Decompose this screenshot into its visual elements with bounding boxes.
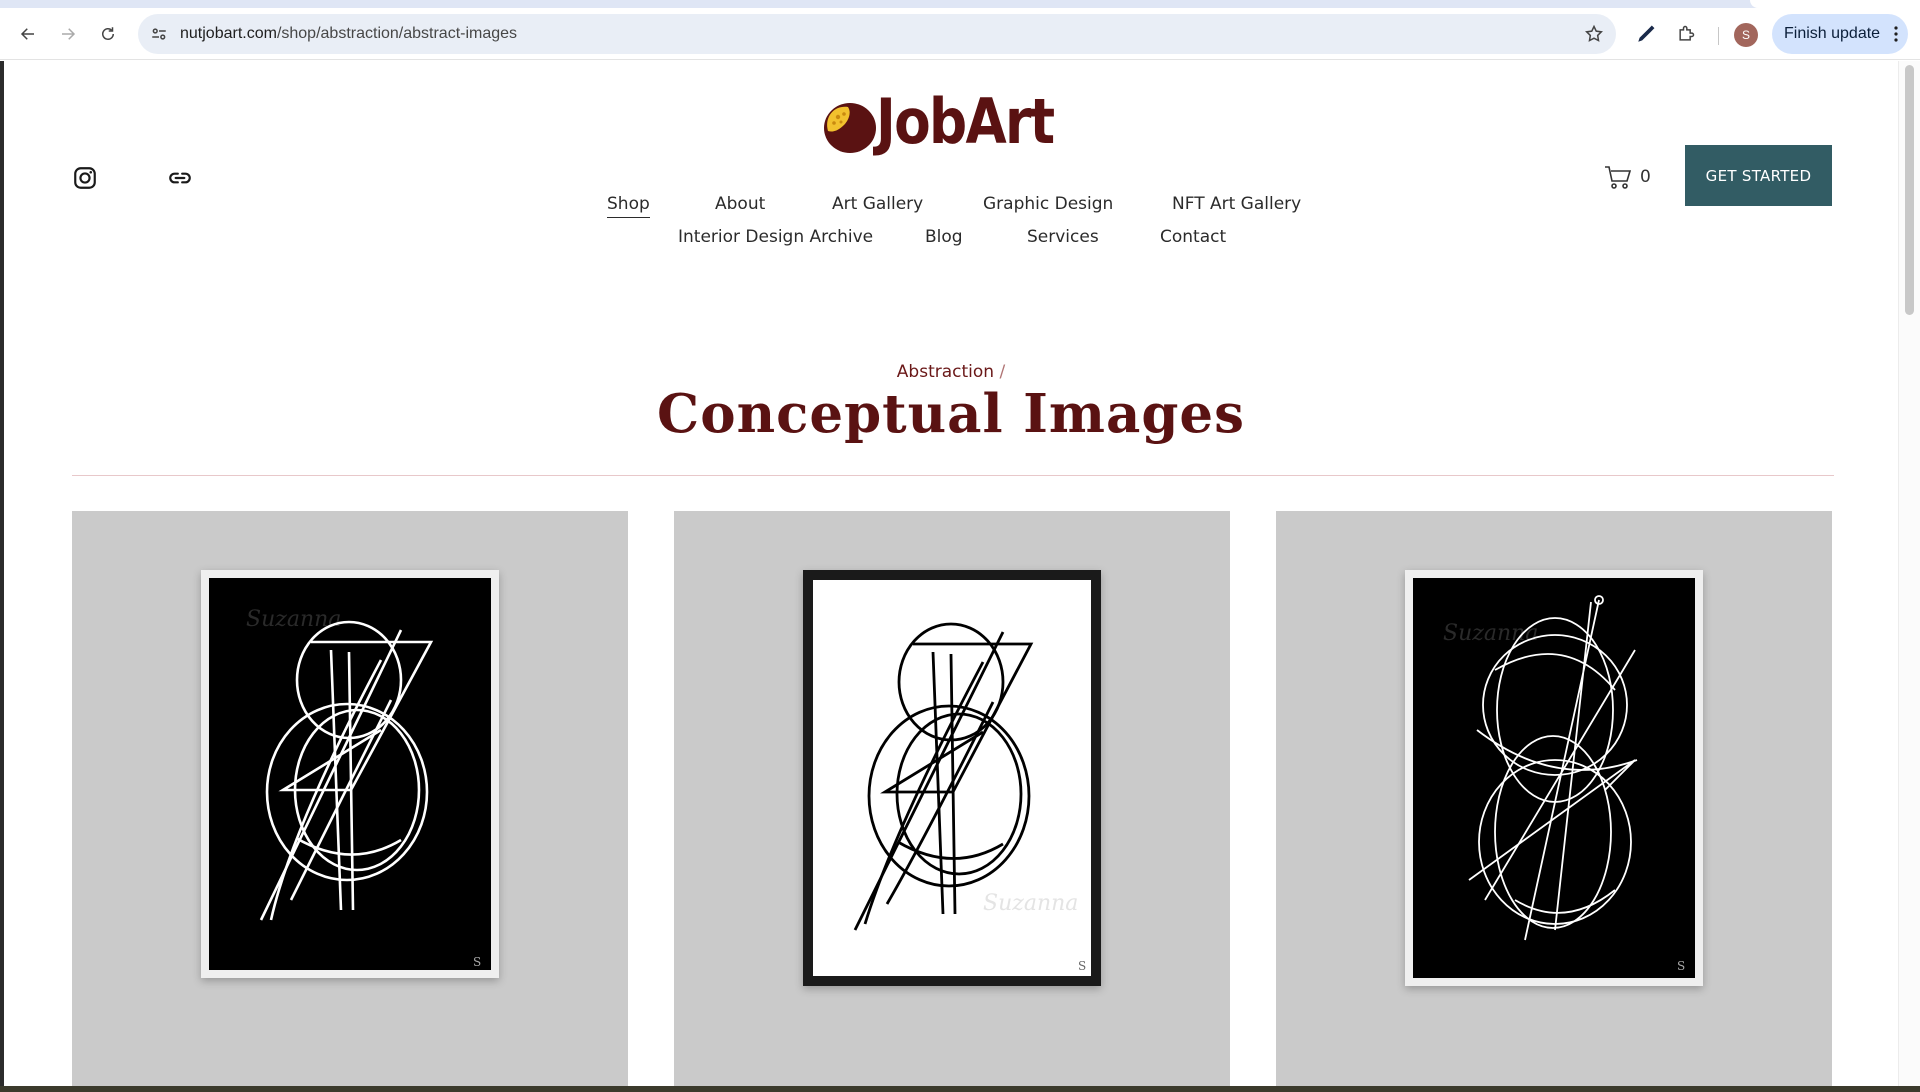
- get-started-button[interactable]: GET STARTED: [1685, 145, 1832, 206]
- instagram-link[interactable]: [70, 163, 100, 193]
- page-title: Conceptual Images: [657, 383, 1245, 445]
- page-viewport: JobArt Shop About Art Gallery Graphic De…: [4, 61, 1898, 1089]
- artwork-white-lines: Suzanna S: [1413, 578, 1695, 978]
- profile-avatar[interactable]: S: [1734, 23, 1758, 47]
- product-image: Suzanna S: [1405, 570, 1703, 986]
- instagram-icon: [74, 167, 96, 189]
- browser-toolbar: nutjobart.com/shop/abstraction/abstract-…: [0, 8, 1920, 60]
- breadcrumb-separator: /: [999, 362, 1006, 382]
- shopping-cart-icon: [1605, 166, 1632, 189]
- url-text[interactable]: nutjobart.com/shop/abstraction/abstract-…: [180, 25, 517, 43]
- svg-text:S: S: [1078, 959, 1086, 973]
- product-card[interactable]: Suzanna S: [674, 511, 1230, 1089]
- product-image: Suzanna S: [803, 570, 1101, 986]
- reload-icon: [102, 27, 114, 40]
- eyedropper-icon: [1638, 25, 1655, 42]
- nav-interior-design-archive[interactable]: Interior Design Archive: [678, 227, 873, 247]
- cart-count: 0: [1640, 167, 1651, 187]
- kebab-menu-icon: [1894, 26, 1898, 42]
- nav-services[interactable]: Services: [1027, 227, 1099, 247]
- arrow-right-icon: [62, 28, 76, 40]
- svg-text:S: S: [473, 955, 481, 969]
- nav-art-gallery[interactable]: Art Gallery: [832, 194, 923, 214]
- nav-shop[interactable]: Shop: [607, 194, 650, 218]
- puzzle-icon: [1679, 25, 1695, 41]
- arrow-left-icon: [20, 28, 34, 40]
- svg-text:S: S: [1677, 959, 1685, 973]
- signature-watermark: Suzanna: [983, 891, 1078, 916]
- product-card[interactable]: Suzanna S: [1276, 511, 1832, 1089]
- eyedropper-extension-button[interactable]: [1630, 18, 1662, 50]
- breadcrumb: Abstraction /: [4, 362, 1898, 382]
- finish-update-label: Finish update: [1784, 25, 1881, 42]
- forward-button[interactable]: [52, 18, 84, 50]
- nav-contact[interactable]: Contact: [1160, 227, 1226, 247]
- product-card[interactable]: Suzanna S: [72, 511, 628, 1089]
- reload-button[interactable]: [92, 18, 124, 50]
- scrollbar-thumb[interactable]: [1905, 65, 1914, 315]
- address-bar[interactable]: nutjobart.com/shop/abstraction/abstract-…: [138, 14, 1616, 54]
- window-bottom-edge: [0, 1086, 1920, 1092]
- product-image: Suzanna S: [201, 570, 499, 978]
- nav-graphic-design[interactable]: Graphic Design: [983, 194, 1113, 214]
- nut-logo-icon: [824, 103, 876, 153]
- url-path: /shop/abstraction/abstract-images: [276, 25, 518, 42]
- page-scrollbar[interactable]: [1898, 61, 1920, 1089]
- browser-tab-strip: [0, 0, 1920, 8]
- cart-button[interactable]: 0: [1604, 162, 1651, 192]
- logo-wordmark: JobArt: [876, 85, 1055, 158]
- site-logo[interactable]: JobArt: [822, 85, 1084, 158]
- external-link[interactable]: [165, 163, 195, 193]
- nav-nft-art-gallery[interactable]: NFT Art Gallery: [1172, 194, 1301, 214]
- artwork-black-lines: Suzanna S: [813, 580, 1091, 976]
- section-divider: [72, 475, 1834, 476]
- artwork-white-lines: Suzanna S: [209, 578, 491, 970]
- extensions-button[interactable]: [1670, 18, 1702, 50]
- nav-about[interactable]: About: [715, 194, 765, 214]
- link-icon: [169, 172, 191, 184]
- bookmark-star-icon[interactable]: [1584, 24, 1604, 44]
- back-button[interactable]: [12, 18, 44, 50]
- breadcrumb-abstraction[interactable]: Abstraction: [897, 362, 994, 382]
- nav-blog[interactable]: Blog: [925, 227, 963, 247]
- url-domain: nutjobart.com: [180, 25, 277, 42]
- toolbar-divider: [1718, 27, 1719, 45]
- finish-update-button[interactable]: Finish update: [1772, 14, 1908, 54]
- site-info-icon[interactable]: [150, 25, 168, 43]
